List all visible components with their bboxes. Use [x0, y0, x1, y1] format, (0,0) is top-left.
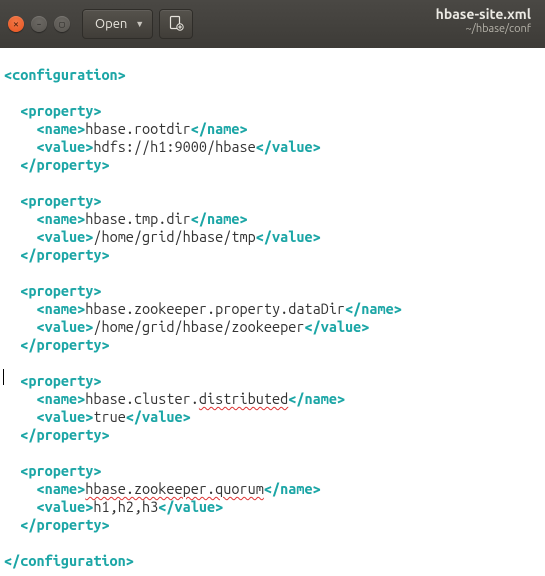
- open-button[interactable]: Open ▼: [82, 9, 153, 39]
- maximize-icon[interactable]: ▢: [54, 16, 70, 32]
- new-tab-button[interactable]: [159, 9, 193, 39]
- code-content: <configuration> <property> <name>hbase.r…: [4, 66, 402, 569]
- window-titlebar: ✕ – ▢ Open ▼ hbase-site.xml ~/hbase/conf: [0, 0, 545, 48]
- text-cursor: [3, 369, 4, 385]
- editor-viewport[interactable]: <configuration> <property> <name>hbase.r…: [0, 48, 545, 572]
- document-path: ~/hbase/conf: [436, 23, 531, 36]
- title-block: hbase-site.xml ~/hbase/conf: [436, 6, 531, 36]
- document-title: hbase-site.xml: [436, 6, 531, 23]
- close-icon[interactable]: ✕: [8, 16, 24, 32]
- chevron-down-icon: ▼: [135, 19, 144, 29]
- open-button-label: Open: [95, 17, 127, 31]
- new-document-icon: [168, 15, 184, 34]
- minimize-icon[interactable]: –: [31, 16, 47, 32]
- window-controls: ✕ – ▢: [8, 16, 70, 32]
